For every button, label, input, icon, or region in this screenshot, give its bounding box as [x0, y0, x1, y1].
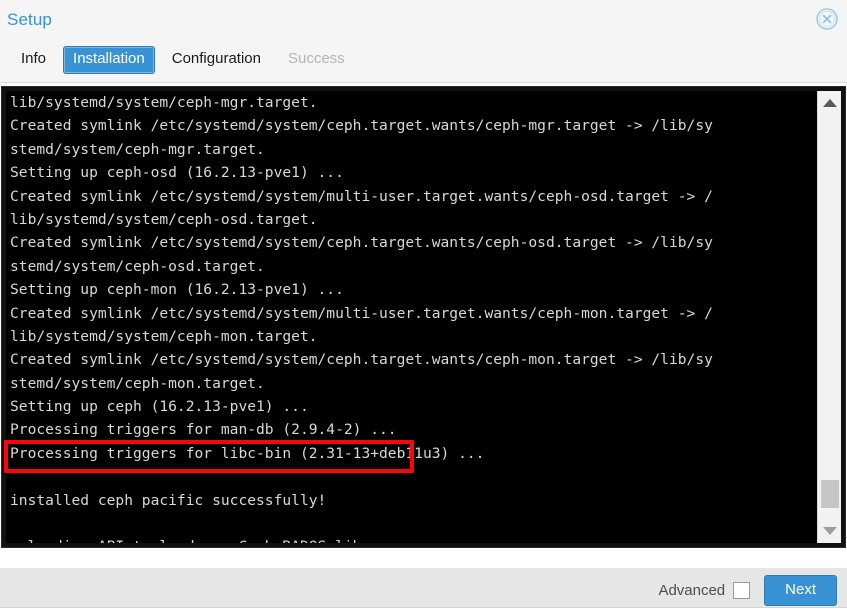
terminal-line: Setting up ceph-osd (16.2.13-pve1) ... [10, 164, 344, 182]
advanced-checkbox[interactable] [733, 582, 751, 599]
terminal-line: Created symlink /etc/systemd/system/mult… [10, 304, 713, 322]
scrollbar-thumb[interactable] [821, 480, 839, 508]
terminal-line: Created symlink /etc/systemd/system/mult… [10, 187, 713, 205]
tab-info[interactable]: Info [11, 46, 56, 74]
terminal-line: Processing triggers for libc-bin (2.31-1… [10, 444, 485, 462]
terminal-line: stemd/system/ceph-osd.target. [10, 257, 265, 275]
terminal-line: Setting up ceph-mon (16.2.13-pve1) ... [10, 281, 344, 299]
terminal-line: Processing triggers for man-db (2.9.4-2)… [10, 421, 397, 439]
next-button[interactable]: Next [764, 574, 837, 607]
terminal-line: installed ceph pacific successfully! [10, 491, 327, 509]
close-circle-icon[interactable] [815, 7, 839, 31]
scroll-down-arrow-icon[interactable] [818, 521, 841, 541]
terminal-line: reloading API to load new Ceph RADOS lib… [6, 535, 817, 543]
terminal-line: Created symlink /etc/systemd/system/ceph… [10, 351, 713, 369]
window-bottom-strip [0, 607, 847, 613]
tab-installation[interactable]: Installation [63, 46, 155, 74]
terminal-scrollbar[interactable] [817, 91, 841, 543]
terminal-line: Setting up ceph (16.2.13-pve1) ... [10, 398, 309, 416]
terminal-line: lib/systemd/system/ceph-osd.target. [10, 210, 318, 228]
terminal-line: lib/systemd/system/ceph-mon.target. [10, 327, 318, 345]
window-titlebar: Setup [0, 0, 847, 38]
terminal-line: stemd/system/ceph-mon.target. [10, 374, 265, 392]
tab-success: Success [287, 50, 345, 68]
setup-window: Setup Info Installation Configuration Su… [0, 0, 847, 613]
advanced-label: Advanced [658, 582, 726, 599]
window-title: Setup [7, 9, 52, 29]
terminal-line: Created symlink /etc/systemd/system/ceph… [10, 234, 713, 252]
tab-configuration[interactable]: Configuration [162, 46, 271, 74]
terminal-line: stemd/system/ceph-mgr.target. [10, 140, 265, 158]
terminal-output[interactable]: lib/systemd/system/ceph-mgr.target. Creat… [6, 91, 817, 543]
terminal-line: Created symlink /etc/systemd/system/ceph… [10, 117, 713, 135]
installation-output-area: lib/systemd/system/ceph-mgr.target. Creat… [0, 83, 847, 567]
wizard-tabbar: Info Installation Configuration Success [0, 38, 847, 83]
scroll-up-arrow-icon[interactable] [818, 93, 841, 113]
terminal-line: lib/systemd/system/ceph-mgr.target. [10, 94, 318, 111]
terminal-panel: lib/systemd/system/ceph-mgr.target. Creat… [1, 86, 846, 548]
